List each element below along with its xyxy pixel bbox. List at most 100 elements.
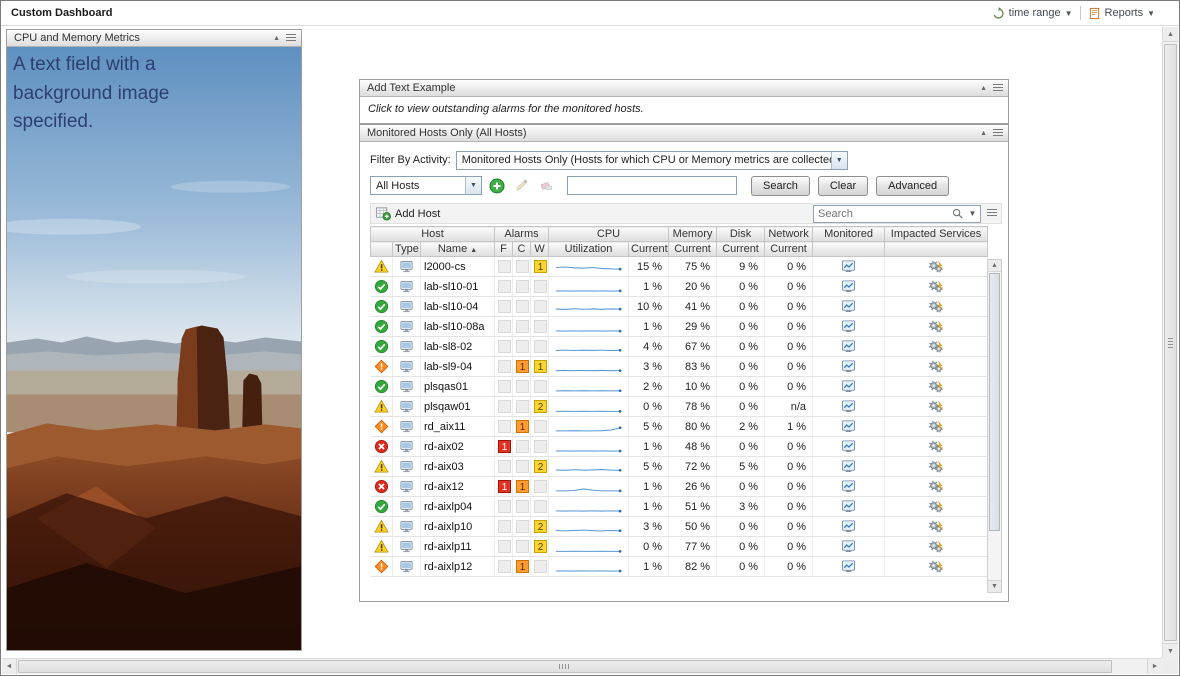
table-row[interactable]: rd-aixlp11 2 0 % 77 % 0 % 0 % [371, 537, 988, 557]
advanced-button[interactable]: Advanced [876, 176, 949, 196]
col-services-sub[interactable] [885, 242, 988, 257]
monitored-icon[interactable] [841, 279, 856, 294]
impacted-services-icon[interactable] [927, 459, 945, 474]
host-filter-input[interactable] [567, 176, 737, 195]
col-network-current[interactable]: Current [765, 242, 813, 257]
warning-count-badge[interactable]: 1 [534, 360, 547, 373]
page-horizontal-scrollbar[interactable]: ◄ ► [2, 658, 1162, 674]
critical-count-badge[interactable] [516, 520, 529, 533]
impacted-services-icon[interactable] [927, 559, 945, 574]
time-range-control[interactable]: time range ▼ [992, 7, 1073, 20]
table-row[interactable]: plsqaw01 2 0 % 78 % 0 % n/a [371, 397, 988, 417]
monitored-icon[interactable] [841, 379, 856, 394]
alarms-message-link[interactable]: Click to view outstanding alarms for the… [360, 97, 1008, 121]
table-row[interactable]: rd-aixlp12 1 1 % 82 % 0 % 0 % [371, 557, 988, 577]
col-critical[interactable]: C [513, 242, 531, 257]
impacted-services-icon[interactable] [927, 439, 945, 454]
panel-menu-icon[interactable] [993, 129, 1003, 138]
col-name[interactable]: Name▲ [421, 242, 495, 257]
scroll-up-arrow[interactable]: ▲ [1163, 27, 1178, 42]
host-name[interactable]: lab-sl10-08a [421, 317, 495, 337]
fatal-count-badge[interactable] [498, 260, 511, 273]
monitored-icon[interactable] [841, 539, 856, 554]
col-group-host[interactable]: Host [371, 227, 495, 242]
host-name[interactable]: rd-aixlp10 [421, 517, 495, 537]
table-scrollbar-thumb[interactable] [989, 273, 1000, 531]
critical-count-badge[interactable]: 1 [516, 560, 529, 573]
impacted-services-icon[interactable] [927, 419, 945, 434]
table-vertical-scrollbar[interactable]: ▲ ▼ [987, 259, 1002, 593]
table-row[interactable]: l2000-cs 1 15 % 75 % 9 % 0 % [371, 257, 988, 277]
search-icon[interactable] [950, 208, 965, 219]
impacted-services-icon[interactable] [927, 359, 945, 374]
warning-count-badge[interactable]: 2 [534, 540, 547, 553]
scroll-down-arrow[interactable]: ▼ [988, 580, 1001, 592]
fatal-count-badge[interactable] [498, 540, 511, 553]
host-name[interactable]: rd-aixlp11 [421, 537, 495, 557]
monitored-icon[interactable] [841, 259, 856, 274]
horizontal-scrollbar-thumb[interactable] [18, 660, 1112, 673]
chevron-down-icon[interactable]: ▼ [965, 209, 980, 218]
table-row[interactable]: rd_aix11 1 5 % 80 % 2 % 1 % [371, 417, 988, 437]
fatal-count-badge[interactable] [498, 420, 511, 433]
table-row[interactable]: lab-sl10-08a 1 % 29 % 0 % 0 % [371, 317, 988, 337]
monitored-icon[interactable] [841, 559, 856, 574]
monitored-icon[interactable] [841, 519, 856, 534]
table-row[interactable]: rd-aixlp04 1 % 51 % 3 % 0 % [371, 497, 988, 517]
add-scope-button[interactable] [486, 176, 507, 196]
impacted-services-icon[interactable] [927, 519, 945, 534]
table-row[interactable]: lab-sl9-04 1 1 3 % 83 % 0 % 0 % [371, 357, 988, 377]
host-name[interactable]: rd-aixlp04 [421, 497, 495, 517]
scroll-up-arrow[interactable]: ▲ [988, 260, 1001, 272]
critical-count-badge[interactable]: 1 [516, 360, 529, 373]
host-name[interactable]: lab-sl9-04 [421, 357, 495, 377]
monitored-icon[interactable] [841, 359, 856, 374]
host-name[interactable]: lab-sl10-04 [421, 297, 495, 317]
scroll-right-arrow[interactable]: ► [1147, 659, 1162, 674]
table-row[interactable]: rd-aix12 1 1 1 % 26 % 0 % 0 % [371, 477, 988, 497]
warning-count-badge[interactable] [534, 340, 547, 353]
delete-scope-button[interactable] [536, 176, 557, 196]
col-warning[interactable]: W [531, 242, 549, 257]
host-name[interactable]: rd-aix12 [421, 477, 495, 497]
monitored-icon[interactable] [841, 459, 856, 474]
collapse-icon[interactable]: ▲ [980, 130, 987, 137]
col-disk-current[interactable]: Current [717, 242, 765, 257]
col-group-disk[interactable]: Disk [717, 227, 765, 242]
fatal-count-badge[interactable] [498, 520, 511, 533]
warning-count-badge[interactable]: 2 [534, 460, 547, 473]
host-name[interactable]: lab-sl8-02 [421, 337, 495, 357]
host-name[interactable]: l2000-cs [421, 257, 495, 277]
col-cpu-current[interactable]: Current [629, 242, 669, 257]
host-name[interactable]: lab-sl10-01 [421, 277, 495, 297]
host-name[interactable]: rd-aix02 [421, 437, 495, 457]
col-utilization[interactable]: Utilization [549, 242, 629, 257]
impacted-services-icon[interactable] [927, 499, 945, 514]
scope-dropdown[interactable]: All Hosts ▼ [370, 176, 482, 195]
table-row[interactable]: lab-sl10-04 10 % 41 % 0 % 0 % [371, 297, 988, 317]
monitored-icon[interactable] [841, 319, 856, 334]
col-monitored-sub[interactable] [813, 242, 885, 257]
host-name[interactable]: rd-aix03 [421, 457, 495, 477]
col-group-impacted-services[interactable]: Impacted Services [885, 227, 988, 242]
scroll-left-arrow[interactable]: ◄ [2, 659, 17, 674]
warning-count-badge[interactable]: 2 [534, 400, 547, 413]
impacted-services-icon[interactable] [927, 299, 945, 314]
collapse-icon[interactable]: ▲ [980, 85, 987, 92]
critical-count-badge[interactable] [516, 400, 529, 413]
collapse-icon[interactable]: ▲ [273, 35, 280, 42]
search-button[interactable]: Search [751, 176, 810, 196]
edit-scope-button[interactable] [511, 176, 532, 196]
fatal-count-badge[interactable] [498, 300, 511, 313]
warning-count-badge[interactable] [534, 280, 547, 293]
panel-menu-icon[interactable] [993, 84, 1003, 93]
critical-count-badge[interactable] [516, 320, 529, 333]
impacted-services-icon[interactable] [927, 539, 945, 554]
col-group-alarms[interactable]: Alarms [495, 227, 549, 242]
fatal-count-badge[interactable] [498, 380, 511, 393]
fatal-count-badge[interactable] [498, 280, 511, 293]
host-name[interactable]: rd-aixlp12 [421, 557, 495, 577]
critical-count-badge[interactable] [516, 260, 529, 273]
critical-count-badge[interactable] [516, 340, 529, 353]
monitored-icon[interactable] [841, 479, 856, 494]
